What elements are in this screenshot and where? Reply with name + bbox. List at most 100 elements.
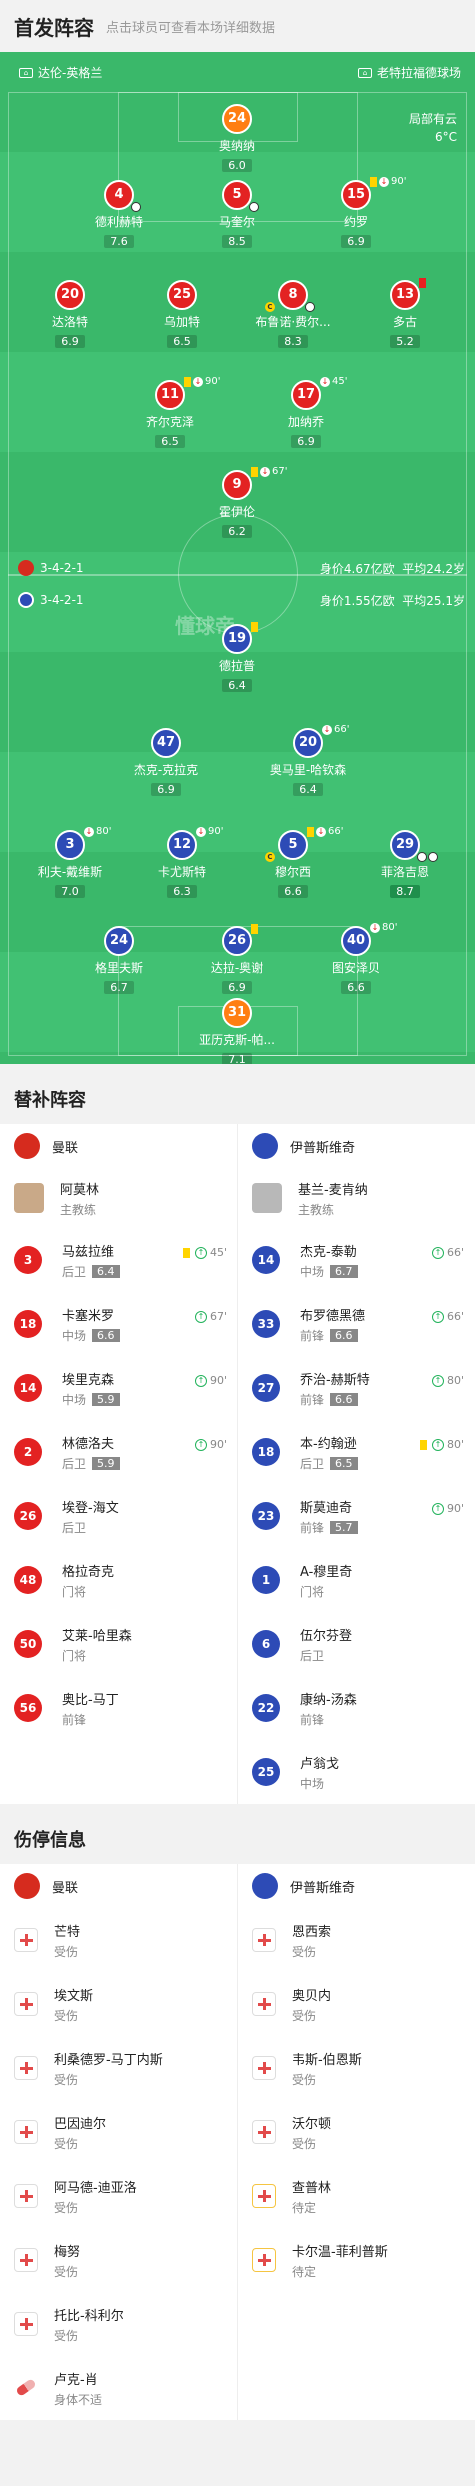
captain-icon: C bbox=[265, 302, 275, 312]
injury-item[interactable]: 阿马德-迪亚洛 受伤 bbox=[0, 2164, 237, 2228]
away-player[interactable]: 12 ↓ 90' 卡尤斯特 6.3 bbox=[132, 826, 232, 899]
sub-player[interactable]: 23 斯莫迪奇 前锋 5.7 ↑ 90' bbox=[238, 1484, 474, 1548]
sub-off-icon: ↓ bbox=[320, 376, 330, 387]
sub-on-icon: ↑ bbox=[194, 1374, 207, 1387]
sub-player[interactable]: 3 马兹拉维 后卫 6.4 ↑ 45' bbox=[0, 1228, 237, 1292]
away-player[interactable]: 24 格里夫斯 6.7 bbox=[69, 926, 169, 995]
sub-off-icon: ↓ bbox=[260, 466, 270, 477]
away-venue: ⌂ 老特拉福德球场 bbox=[353, 64, 461, 81]
away-player[interactable]: 31 亚历克斯-帕... 7.1 bbox=[187, 998, 287, 1064]
home-venue: ⌂ 达伦-英格兰 bbox=[14, 64, 102, 81]
injury-item[interactable]: 沃尔顿 受伤 bbox=[238, 2100, 474, 2164]
sub-on-icon: ↑ bbox=[431, 1438, 444, 1451]
sub-player[interactable]: 2 林德洛夫 后卫 5.9 ↑ 90' bbox=[0, 1420, 237, 1484]
injury-item[interactable]: 利桑德罗-马丁内斯 受伤 bbox=[0, 2036, 237, 2100]
home-player[interactable]: 25 乌加特 6.5 bbox=[132, 280, 232, 349]
sub-player[interactable]: 18 本-约翰逊 后卫 6.5 ↑ 80' bbox=[238, 1420, 474, 1484]
sub-player[interactable]: 14 埃里克森 中场 5.9 ↑ 90' bbox=[0, 1356, 237, 1420]
home-player[interactable]: 24 奥纳纳 6.0 bbox=[187, 104, 287, 173]
ipswich-logo bbox=[252, 1873, 278, 1899]
sub-on-icon: ↑ bbox=[194, 1438, 207, 1451]
home-player[interactable]: 15 ↓ 90' 约罗 6.9 bbox=[306, 176, 406, 249]
injury-item[interactable]: 卡尔温-菲利普斯 待定 bbox=[238, 2228, 474, 2292]
stadium-icon: ⌂ bbox=[19, 67, 33, 78]
away-player[interactable]: 3 ↓ 80' 利夫-戴维斯 7.0 bbox=[20, 826, 120, 899]
lineup-title: 首发阵容 bbox=[14, 15, 94, 40]
injury-item[interactable]: 奥贝内 受伤 bbox=[238, 1972, 474, 2036]
sub-player[interactable]: 26 埃登-海文 后卫 bbox=[0, 1484, 237, 1548]
yellow-card-icon bbox=[370, 176, 377, 187]
away-team-header: 伊普斯维奇 bbox=[238, 1124, 474, 1168]
yellow-card-icon bbox=[184, 376, 191, 387]
sub-on-icon: ↑ bbox=[194, 1310, 207, 1323]
sub-off-icon: ↓ bbox=[322, 724, 332, 735]
ipswich-logo bbox=[18, 592, 34, 608]
medical-icon bbox=[252, 1992, 276, 2016]
goal-icon bbox=[131, 202, 141, 212]
sub-on-icon: ↑ bbox=[431, 1502, 444, 1515]
sub-player[interactable]: 56 奥比-马丁 前锋 bbox=[0, 1676, 237, 1740]
medical-icon bbox=[14, 2056, 38, 2080]
yellow-card-icon bbox=[307, 826, 314, 837]
away-player[interactable]: 29 菲洛吉恩 8.7 bbox=[355, 830, 455, 899]
sub-player[interactable]: 25 卢翁戈 中场 bbox=[238, 1740, 474, 1804]
home-player[interactable]: 11 ↓ 90' 齐尔克泽 6.5 bbox=[120, 376, 220, 449]
medical-icon bbox=[252, 2184, 276, 2208]
away-coach[interactable]: 基兰-麦肯纳 主教练 bbox=[238, 1168, 474, 1228]
home-player[interactable]: 17 ↓ 45' 加纳乔 6.9 bbox=[256, 376, 356, 449]
medical-icon bbox=[252, 1928, 276, 1952]
subs-section: 替补阵容 曼联 阿莫林 主教练 3 马兹拉维 后卫 6.4 ↑ 45' 18 卡塞米罗 中场 6.… bbox=[0, 1074, 475, 1804]
sub-off-icon: ↓ bbox=[84, 826, 94, 837]
home-player[interactable]: 9 ↓ 67' 霍伊伦 6.2 bbox=[187, 466, 287, 539]
lineup-header: 首发阵容 点击球员可查看本场详细数据 bbox=[0, 0, 475, 52]
away-player[interactable]: 5 C ↓ 66' 穆尔西 6.6 bbox=[243, 826, 343, 899]
home-player[interactable]: 5 马奎尔 8.5 bbox=[187, 180, 287, 249]
sub-player[interactable]: 1 A-穆里奇 门将 bbox=[238, 1548, 474, 1612]
pitch: ⌂ 达伦-英格兰 ⌂ 老特拉福德球场 局部有云 6°C 懂球帝 3-4-2-1 身价4… bbox=[0, 52, 475, 1064]
injuries-title: 伤停信息 bbox=[0, 1814, 475, 1864]
injury-item[interactable]: 梅努 受伤 bbox=[0, 2228, 237, 2292]
away-player[interactable]: 20 ↓ 66' 奥马里-哈钦森 6.4 bbox=[258, 724, 358, 797]
sub-off-icon: ↓ bbox=[316, 826, 326, 837]
injury-item[interactable]: 芒特 受伤 bbox=[0, 1908, 237, 1972]
weather-info: 局部有云 6°C bbox=[408, 112, 457, 144]
ipswich-logo bbox=[252, 1133, 278, 1159]
away-subs: 伊普斯维奇 基兰-麦肯纳 主教练 14 杰克-泰勒 中场 6.7 ↑ 66' 33 布罗德黑德… bbox=[237, 1124, 474, 1804]
sub-player[interactable]: 6 伍尔芬登 后卫 bbox=[238, 1612, 474, 1676]
away-formation: 3-4-2-1 bbox=[18, 592, 84, 608]
home-coach[interactable]: 阿莫林 主教练 bbox=[0, 1168, 237, 1228]
medical-icon bbox=[14, 2312, 38, 2336]
injury-item[interactable]: 恩西索 受伤 bbox=[238, 1908, 474, 1972]
home-player[interactable]: 8 C 布鲁诺·费尔... 8.3 bbox=[243, 280, 343, 349]
sub-player[interactable]: 18 卡塞米罗 中场 6.6 ↑ 67' bbox=[0, 1292, 237, 1356]
assist-icon bbox=[305, 302, 315, 312]
sub-player[interactable]: 14 杰克-泰勒 中场 6.7 ↑ 66' bbox=[238, 1228, 474, 1292]
red-card-icon bbox=[419, 278, 426, 288]
yellow-card-icon bbox=[419, 1439, 427, 1450]
medical-icon bbox=[14, 1928, 38, 1952]
sub-on-icon: ↑ bbox=[431, 1246, 444, 1259]
home-player[interactable]: 13 多古 5.2 bbox=[355, 278, 455, 349]
sub-player[interactable]: 33 布罗德黑德 前锋 6.6 ↑ 66' bbox=[238, 1292, 474, 1356]
lineup-hint: 点击球员可查看本场详细数据 bbox=[106, 20, 276, 36]
away-player[interactable]: 40 ↓ 80' 图安泽贝 6.6 bbox=[306, 922, 406, 995]
sub-player[interactable]: 27 乔治-赫斯特 前锋 6.6 ↑ 80' bbox=[238, 1356, 474, 1420]
home-team-header: 曼联 bbox=[0, 1124, 237, 1168]
away-injuries: 伊普斯维奇 恩西索 受伤 奥贝内 受伤 韦斯-伯恩斯 受伤 沃尔顿 受伤 查普林 待定 卡… bbox=[237, 1864, 474, 2420]
away-player[interactable]: 26 达拉-奥谢 6.9 bbox=[187, 924, 287, 995]
away-player[interactable]: 47 杰克-克拉克 6.9 bbox=[116, 728, 216, 797]
away-player[interactable]: 19 德拉普 6.4 bbox=[187, 622, 287, 693]
coach-avatar bbox=[14, 1183, 44, 1213]
injury-item[interactable]: 卢克-肖 身体不适 bbox=[0, 2356, 237, 2420]
injury-item[interactable]: 托比-科利尔 受伤 bbox=[0, 2292, 237, 2356]
sub-player[interactable]: 22 康纳-汤森 前锋 bbox=[238, 1676, 474, 1740]
sub-player[interactable]: 48 格拉奇克 门将 bbox=[0, 1548, 237, 1612]
home-player[interactable]: 20 达洛特 6.9 bbox=[20, 280, 120, 349]
pill-icon bbox=[14, 2376, 38, 2400]
sub-player[interactable]: 50 艾莱-哈里森 门将 bbox=[0, 1612, 237, 1676]
injury-item[interactable]: 韦斯-伯恩斯 受伤 bbox=[238, 2036, 474, 2100]
injury-item[interactable]: 巴因迪尔 受伤 bbox=[0, 2100, 237, 2164]
home-player[interactable]: 4 德利赫特 7.6 bbox=[69, 180, 169, 249]
injury-item[interactable]: 埃文斯 受伤 bbox=[0, 1972, 237, 2036]
injury-item[interactable]: 查普林 待定 bbox=[238, 2164, 474, 2228]
